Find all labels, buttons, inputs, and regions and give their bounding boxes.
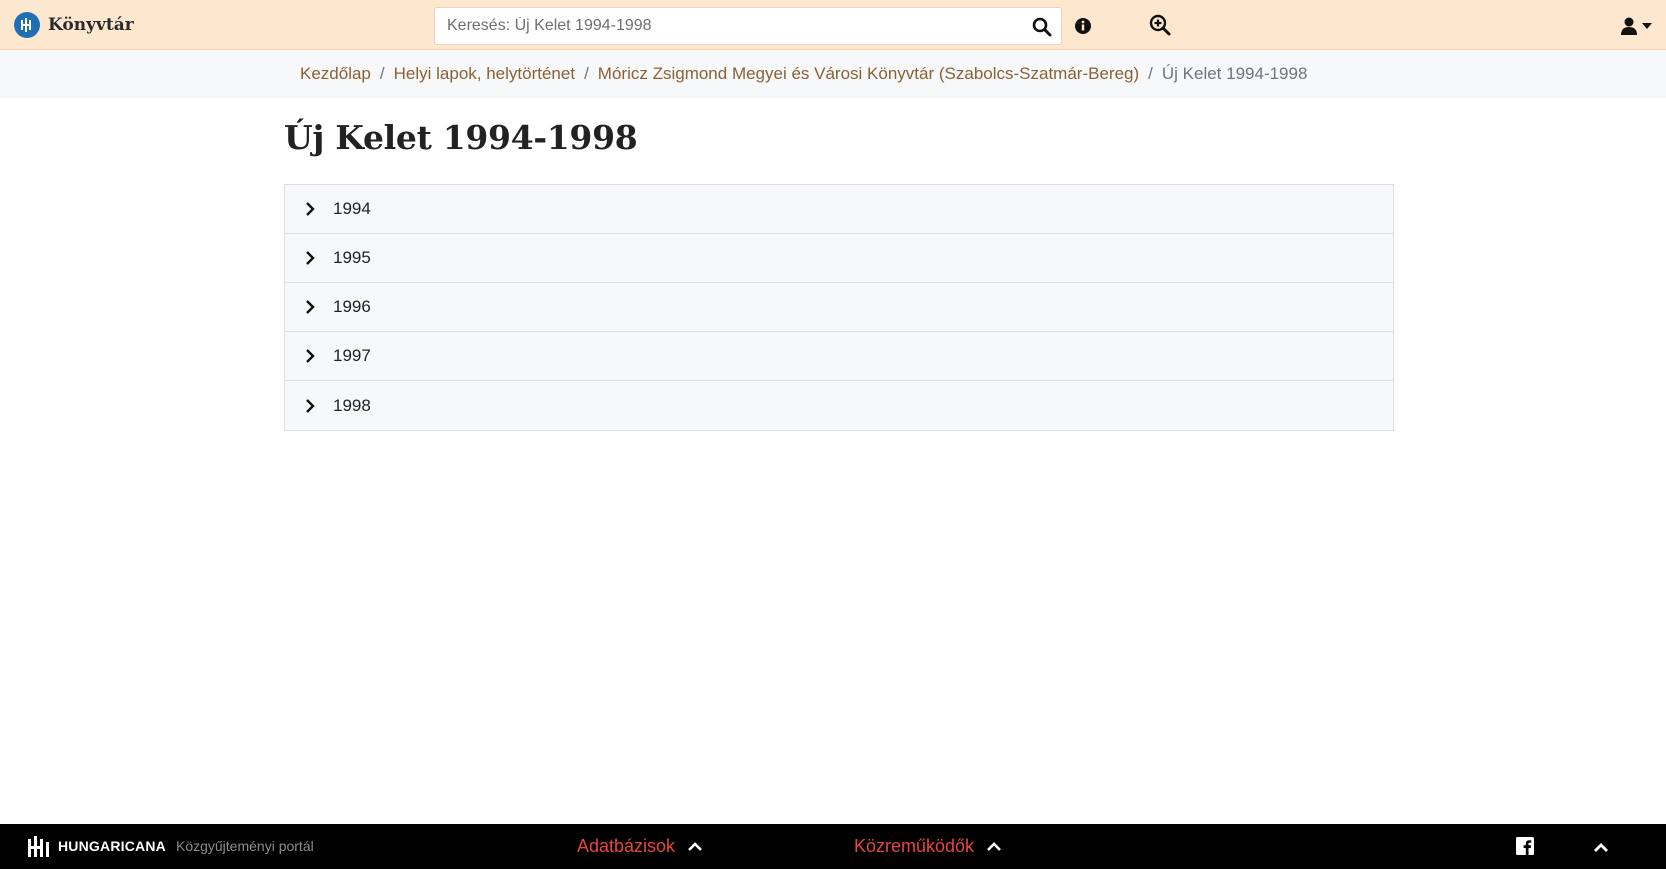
footer-bar: HUNGARICANA Közgyűjteményi portál Adatbá… xyxy=(0,824,1666,869)
year-label: 1997 xyxy=(333,346,371,365)
scroll-to-top-button[interactable] xyxy=(1591,837,1611,857)
chevron-up-icon xyxy=(688,841,702,851)
footer-brand-subtitle: Közgyűjteményi portál xyxy=(175,838,314,854)
brand-name: Könyvtár xyxy=(48,15,134,35)
year-item-1995[interactable]: 1995 xyxy=(285,234,1393,283)
year-label: 1994 xyxy=(333,199,371,218)
chevron-right-icon xyxy=(305,348,319,364)
page-title: Új Kelet 1994-1998 xyxy=(284,118,638,157)
year-accordion: 1994 1995 1996 1997 1998 xyxy=(284,184,1394,431)
top-navbar: Könyvtár xyxy=(0,0,1666,50)
chevron-up-icon xyxy=(1594,843,1608,852)
logo-icon xyxy=(14,12,40,38)
zoom-in-button[interactable] xyxy=(1148,13,1172,37)
chevron-right-icon xyxy=(305,201,319,217)
footer-databases-label: Adatbázisok xyxy=(577,836,676,856)
chevron-right-icon xyxy=(305,398,319,414)
breadcrumb-link-library[interactable]: Móricz Zsigmond Megyei és Városi Könyvtá… xyxy=(598,64,1139,84)
footer-contributors-label: Közreműködők xyxy=(854,836,975,856)
chevron-up-icon xyxy=(987,841,1001,851)
footer-brand-name: HUNGARICANA xyxy=(58,838,166,854)
facebook-icon xyxy=(1516,837,1534,855)
year-item-1996[interactable]: 1996 xyxy=(285,283,1393,332)
search-button[interactable] xyxy=(1031,16,1053,38)
breadcrumb-separator: / xyxy=(584,64,589,83)
year-item-1998[interactable]: 1998 xyxy=(285,381,1393,430)
info-button[interactable] xyxy=(1073,16,1093,36)
footer-contributors-toggle[interactable]: Közreműködők xyxy=(854,824,1002,869)
breadcrumb-separator: / xyxy=(1148,64,1153,83)
year-label: 1996 xyxy=(333,297,371,316)
footer-brand-link[interactable]: HUNGARICANA Közgyűjteményi portál xyxy=(26,833,314,859)
user-icon xyxy=(1621,17,1637,35)
breadcrumb: Kezdőlap / Helyi lapok, helytörténet / M… xyxy=(300,50,1307,98)
year-label: 1995 xyxy=(333,248,371,267)
chevron-right-icon xyxy=(305,250,319,266)
breadcrumb-link-local-papers[interactable]: Helyi lapok, helytörténet xyxy=(394,64,575,84)
footer-databases-toggle[interactable]: Adatbázisok xyxy=(577,824,703,869)
breadcrumb-link-home[interactable]: Kezdőlap xyxy=(300,64,371,84)
caret-down-icon xyxy=(1642,23,1652,29)
breadcrumb-bar: Kezdőlap / Helyi lapok, helytörténet / M… xyxy=(0,50,1666,98)
brand-home-link[interactable]: Könyvtár xyxy=(14,12,134,38)
year-label: 1998 xyxy=(333,395,371,415)
search-input[interactable] xyxy=(435,8,1015,44)
chevron-right-icon xyxy=(305,299,319,315)
zoom-in-icon xyxy=(1149,14,1171,36)
search-icon xyxy=(1032,17,1052,37)
hungaricana-logo-icon xyxy=(28,836,49,857)
search-box xyxy=(434,7,1062,45)
info-icon xyxy=(1075,18,1091,34)
user-menu-button[interactable] xyxy=(1620,15,1656,37)
year-item-1997[interactable]: 1997 xyxy=(285,332,1393,381)
facebook-link[interactable] xyxy=(1516,837,1534,855)
year-item-1994[interactable]: 1994 xyxy=(285,185,1393,234)
breadcrumb-separator: / xyxy=(379,64,385,83)
breadcrumb-current: Új Kelet 1994-1998 xyxy=(1161,64,1308,83)
